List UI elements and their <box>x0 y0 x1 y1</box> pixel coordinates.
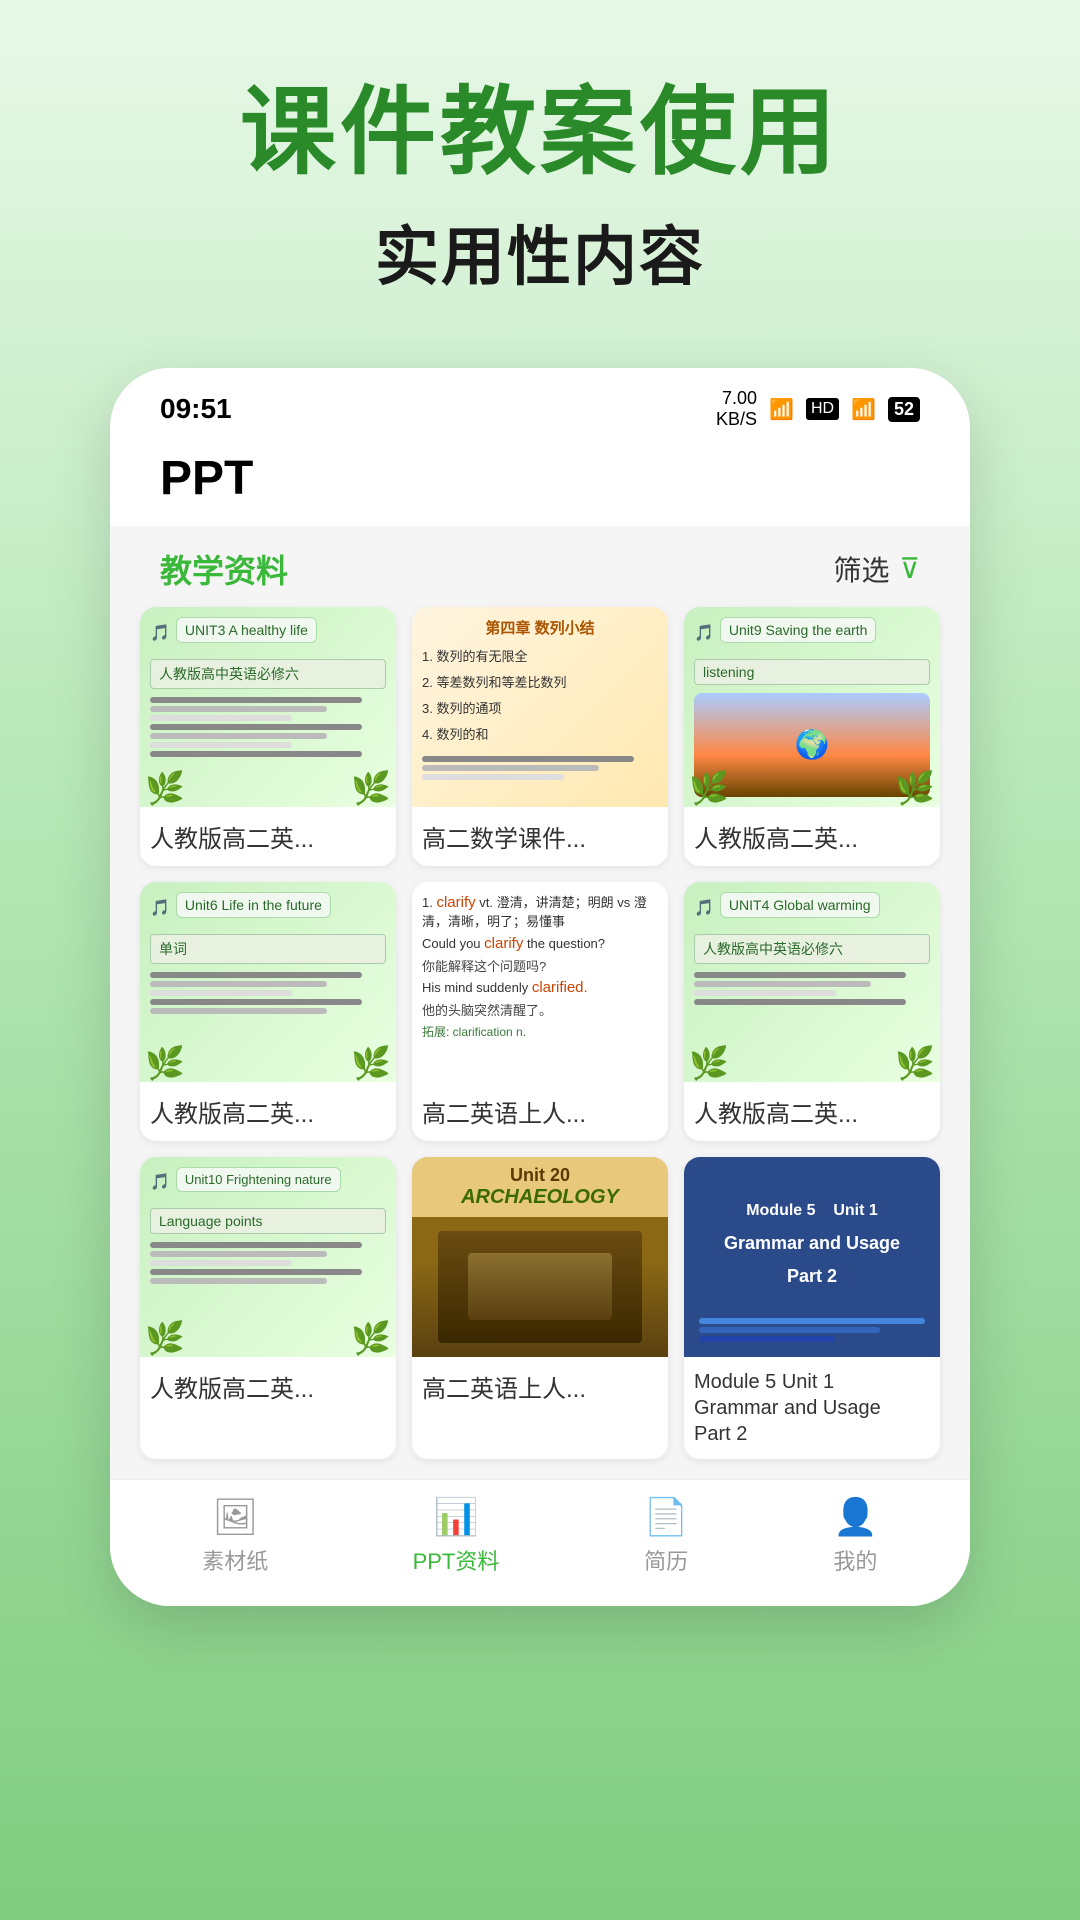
filter-icon[interactable]: ⊽ <box>900 552 921 585</box>
card-6[interactable]: 🎵 UNIT4 Global warming 人教版高中英语必修六 🌿 🌿 <box>684 882 940 1141</box>
card-1-thumb: 🎵 UNIT3 A healthy life 人教版高中英语必修六 <box>140 607 396 807</box>
card-1-tag: UNIT3 A healthy life <box>176 617 317 643</box>
nav-item-material[interactable]: 🖼 素材纸 <box>202 1496 268 1576</box>
card-7[interactable]: 🎵 Unit10 Frightening nature Language poi… <box>140 1157 396 1459</box>
filter-label: 教学资料 <box>160 546 288 592</box>
nav-label-ppt: PPT资料 <box>413 1544 500 1576</box>
card-5-thumb: 1. clarify vt. 澄清，讲清楚；明朗 vs 澄清，清晰，明了；易懂事… <box>412 882 668 1082</box>
card-5[interactable]: 1. clarify vt. 澄清，讲清楚；明朗 vs 澄清，清晰，明了；易懂事… <box>412 882 668 1141</box>
speed-indicator: 7.00KB/S <box>716 388 757 431</box>
card-9-thumb: Module 5 Unit 1 Grammar and Usage Part 2 <box>684 1157 940 1357</box>
status-bar: 09:51 7.00KB/S 📶 HD 📶 52 <box>110 368 970 441</box>
phone-container: 09:51 7.00KB/S 📶 HD 📶 52 PPT 教学资料 筛选 ⊽ <box>110 368 970 1606</box>
nav-item-mine[interactable]: 👤 我的 <box>833 1496 878 1576</box>
filter-right[interactable]: 筛选 ⊽ <box>833 549 920 589</box>
card-2[interactable]: 第四章 数列小结 1. 数列的有无限全 2. 等差数列和等差比数列 3. 数列的… <box>412 607 668 866</box>
filter-bar: 教学资料 筛选 ⊽ <box>140 526 940 607</box>
card-5-label: 高二英语上人... <box>412 1082 668 1141</box>
hero-subtitle: 实用性内容 <box>60 206 1020 298</box>
nav-item-ppt[interactable]: 📊 PPT资料 <box>413 1496 500 1576</box>
battery-indicator: 52 <box>888 397 920 422</box>
status-icons: 7.00KB/S 📶 HD 📶 52 <box>716 388 920 431</box>
card-4-label: 人教版高二英... <box>140 1082 396 1141</box>
nav-label-resume: 简历 <box>644 1544 688 1576</box>
mine-icon: 👤 <box>833 1496 878 1538</box>
ppt-icon: 📊 <box>434 1496 479 1538</box>
card-8[interactable]: Unit 20ARCHAEOLOGY 高二英语上人... <box>412 1157 668 1459</box>
card-2-label: 高二数学课件... <box>412 807 668 866</box>
card-9-label: Module 5 Unit 1Grammar and UsagePart 2 <box>684 1357 940 1459</box>
card-7-label: 人教版高二英... <box>140 1357 396 1416</box>
card-8-label: 高二英语上人... <box>412 1357 668 1416</box>
status-time: 09:51 <box>160 393 232 425</box>
card-4[interactable]: 🎵 Unit6 Life in the future 单词 🌿 🌿 <box>140 882 396 1141</box>
hd-badge: HD <box>806 398 839 420</box>
hero-title: 课件教案使用 <box>60 80 1020 186</box>
card-7-thumb: 🎵 Unit10 Frightening nature Language poi… <box>140 1157 396 1357</box>
card-3[interactable]: 🎵 Unit9 Saving the earth listening 🌍 🌿 🌿… <box>684 607 940 866</box>
material-icon: 🖼 <box>212 1496 258 1538</box>
hero-section: 课件教案使用 实用性内容 <box>0 0 1080 338</box>
nav-label-material: 素材纸 <box>202 1544 268 1576</box>
card-3-thumb: 🎵 Unit9 Saving the earth listening 🌍 🌿 🌿 <box>684 607 940 807</box>
bottom-nav: 🖼 素材纸 📊 PPT资料 📄 简历 👤 我的 <box>110 1479 970 1606</box>
app-header: PPT <box>110 441 970 526</box>
app-title: PPT <box>160 451 920 506</box>
card-1[interactable]: 🎵 UNIT3 A healthy life 人教版高中英语必修六 <box>140 607 396 866</box>
signal-icon: 📶 <box>851 397 876 422</box>
card-6-thumb: 🎵 UNIT4 Global warming 人教版高中英语必修六 🌿 🌿 <box>684 882 940 1082</box>
nav-item-resume[interactable]: 📄 简历 <box>644 1496 689 1576</box>
card-9[interactable]: Module 5 Unit 1 Grammar and Usage Part 2 <box>684 1157 940 1459</box>
card-1-label: 人教版高二英... <box>140 807 396 866</box>
content-area: 教学资料 筛选 ⊽ 🎵 UNIT3 A healthy life 人教版高中英语… <box>110 526 970 1479</box>
wifi-icon: 📶 <box>769 397 794 422</box>
card-6-label: 人教版高二英... <box>684 1082 940 1141</box>
card-3-label: 人教版高二英... <box>684 807 940 866</box>
card-8-thumb: Unit 20ARCHAEOLOGY <box>412 1157 668 1357</box>
nav-label-mine: 我的 <box>833 1544 877 1576</box>
resume-icon: 📄 <box>644 1496 689 1538</box>
card-4-thumb: 🎵 Unit6 Life in the future 单词 🌿 🌿 <box>140 882 396 1082</box>
card-2-thumb: 第四章 数列小结 1. 数列的有无限全 2. 等差数列和等差比数列 3. 数列的… <box>412 607 668 807</box>
filter-text: 筛选 <box>833 549 889 589</box>
cards-grid: 🎵 UNIT3 A healthy life 人教版高中英语必修六 <box>140 607 940 1479</box>
